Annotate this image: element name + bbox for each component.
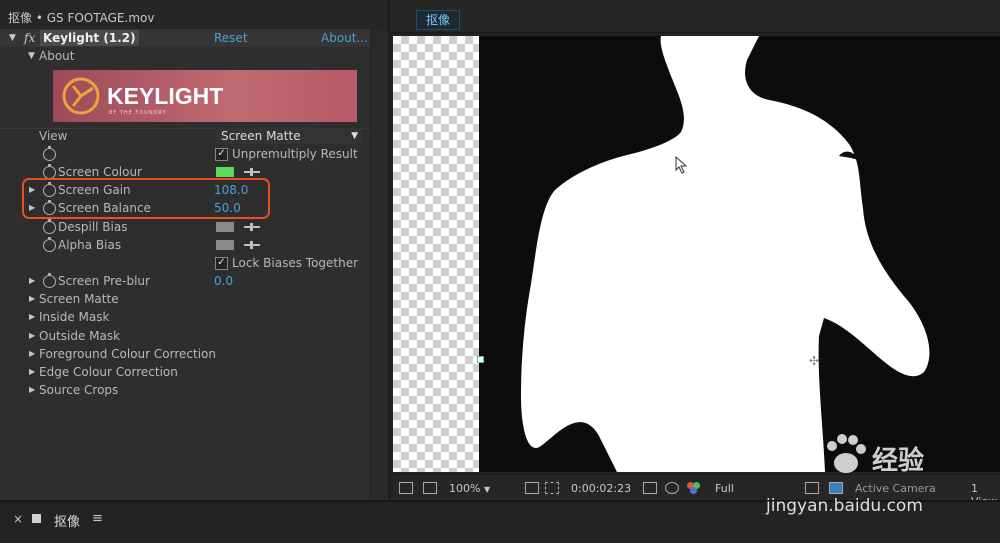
camera-snapshot-icon[interactable]	[643, 482, 657, 494]
layer-handle[interactable]	[477, 356, 484, 363]
stopwatch-icon[interactable]	[43, 146, 56, 161]
view-row: View Screen Matte ▼	[0, 127, 370, 145]
eyedropper-icon[interactable]	[244, 223, 260, 231]
unpremultiply-label: Unpremultiply Result	[232, 147, 358, 161]
stopwatch-icon[interactable]	[43, 237, 56, 252]
despill-bias-label: Despill Bias	[58, 220, 128, 234]
zoom-dropdown[interactable]: 100% ▼	[449, 482, 490, 495]
group-label: Source Crops	[39, 383, 119, 397]
composition-tab[interactable]: 抠像	[416, 10, 460, 30]
lock-biases-checkbox[interactable]: ✓	[215, 257, 228, 270]
zoom-value: 100%	[449, 482, 481, 495]
expand-triangle-icon[interactable]: ▶	[29, 272, 35, 290]
about-link[interactable]: About...	[321, 29, 368, 47]
screen-preblur-value[interactable]: 0.0	[214, 272, 233, 290]
group-inside-mask[interactable]: ▶ Inside Mask	[0, 308, 370, 326]
resolution-dropdown[interactable]: Full	[715, 482, 734, 495]
fx-icon[interactable]: fx	[24, 29, 35, 47]
lock-biases-label: Lock Biases Together	[232, 256, 359, 270]
reset-link[interactable]: Reset	[214, 29, 248, 47]
group-label: Outside Mask	[39, 329, 121, 343]
effect-controls-title: 抠像 • GS FOOTAGE.mov	[8, 11, 155, 25]
about-group-label: About	[39, 49, 75, 63]
eyedropper-icon[interactable]	[244, 241, 260, 249]
alpha-bias-row: Alpha Bias	[0, 236, 370, 254]
effect-name[interactable]: Keylight (1.2)	[40, 30, 139, 46]
panel-menu-icon[interactable]: ≡	[92, 511, 103, 526]
paw-logo-icon	[827, 434, 866, 473]
highlight-annotation	[22, 178, 270, 219]
effect-controls-header: 抠像 • GS FOOTAGE.mov	[0, 0, 388, 31]
composition-viewer[interactable]: ✣	[393, 36, 1000, 472]
keylight-logo-banner: KEYLIGHT BY THE FOUNDRY	[53, 70, 357, 122]
group-edge-colour-correction[interactable]: ▶ Edge Colour Correction	[0, 363, 370, 381]
dropdown-arrow-icon: ▼	[351, 131, 358, 141]
show-snapshot-icon[interactable]	[665, 482, 679, 494]
alpha-bias-label: Alpha Bias	[58, 238, 122, 252]
despill-bias-row: Despill Bias	[0, 218, 370, 236]
timeline-tab-label[interactable]: 抠像	[54, 511, 80, 530]
baidu-watermark: Bai 经验 jingyan.baidu.com	[748, 430, 1000, 541]
group-source-crops[interactable]: ▶ Source Crops	[0, 381, 370, 399]
expand-triangle-icon[interactable]: ▶	[29, 363, 35, 381]
group-foreground-colour-correction[interactable]: ▶ Foreground Colour Correction	[0, 345, 370, 363]
unpremultiply-row: ✓ Unpremultiply Result	[0, 145, 370, 163]
group-label: Foreground Colour Correction	[39, 347, 216, 361]
expand-triangle-icon[interactable]: ▶	[29, 290, 35, 308]
group-outside-mask[interactable]: ▶ Outside Mask	[0, 327, 370, 345]
expand-triangle-icon[interactable]: ▶	[29, 327, 35, 345]
stopwatch-icon[interactable]	[43, 273, 56, 288]
mouse-cursor-icon	[675, 156, 688, 174]
expand-triangle-icon[interactable]: ▶	[29, 345, 35, 363]
screen-preblur-row: ▶ Screen Pre-blur 0.0	[0, 272, 370, 290]
keylight-logo-text: KEYLIGHT	[107, 83, 224, 109]
unpremultiply-checkbox[interactable]: ✓	[215, 148, 228, 161]
matte-render: ✣	[479, 36, 1000, 472]
matte-silhouette	[521, 36, 930, 472]
group-label: Edge Colour Correction	[39, 365, 178, 379]
dropdown-arrow-icon: ▼	[483, 485, 491, 494]
timecode[interactable]: 0:00:02:23	[571, 482, 631, 495]
stopwatch-icon[interactable]	[43, 219, 56, 234]
expand-triangle-icon[interactable]: ▶	[29, 381, 35, 399]
comp-color-icon	[32, 514, 41, 523]
view-label: View	[39, 129, 68, 143]
keylight-logo-icon	[62, 77, 100, 115]
composition-tabbar	[390, 0, 1000, 33]
effects-scrollbar[interactable]	[370, 30, 387, 500]
grid-icon[interactable]	[525, 482, 539, 494]
alpha-bias-swatch[interactable]	[216, 240, 234, 250]
group-label: Inside Mask	[39, 310, 110, 324]
group-screen-matte[interactable]: ▶ Screen Matte	[0, 290, 370, 308]
expand-triangle-icon[interactable]: ▶	[29, 308, 35, 326]
about-group[interactable]: ▼ About	[0, 47, 370, 65]
watermark-brand: Bai	[752, 434, 817, 475]
lock-biases-row: ✓ Lock Biases Together	[0, 254, 370, 272]
keylight-logo-sub: BY THE FOUNDRY	[109, 110, 167, 116]
watermark-brand-cn: 经验	[872, 446, 925, 476]
screen-preblur-label: Screen Pre-blur	[58, 274, 150, 288]
close-icon[interactable]: ×	[13, 512, 23, 526]
effect-row-keylight[interactable]: ▼ fx Keylight (1.2) Reset About...	[0, 29, 370, 47]
transparency-grid	[393, 36, 479, 472]
despill-bias-swatch[interactable]	[216, 222, 234, 232]
view-dropdown[interactable]: Screen Matte ▼	[216, 128, 362, 144]
collapse-triangle-icon[interactable]: ▼	[28, 47, 35, 65]
screen-colour-swatch[interactable]	[216, 167, 234, 177]
anchor-point-icon[interactable]: ✣	[809, 354, 819, 368]
group-label: Screen Matte	[39, 292, 119, 306]
eyedropper-icon[interactable]	[244, 168, 260, 176]
always-preview-icon[interactable]	[399, 482, 413, 494]
view-dropdown-value: Screen Matte	[221, 129, 301, 143]
collapse-triangle-icon[interactable]: ▼	[9, 29, 16, 47]
region-of-interest-icon[interactable]	[545, 482, 559, 494]
channels-icon[interactable]	[687, 482, 701, 494]
monitor-icon[interactable]	[423, 482, 437, 494]
watermark-url: jingyan.baidu.com	[766, 496, 923, 516]
